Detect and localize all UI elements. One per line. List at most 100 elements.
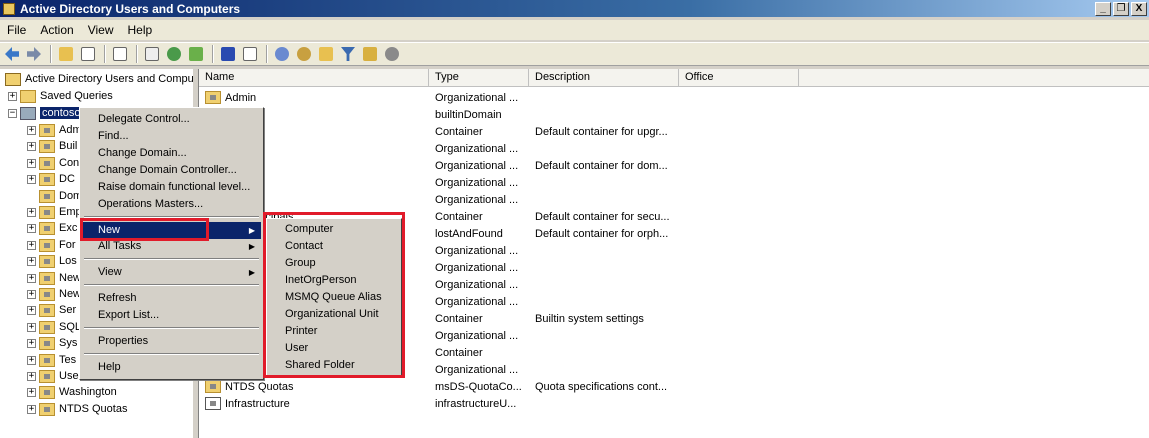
help-button[interactable]: [218, 44, 238, 64]
list-row[interactable]: JsersOrganizational ...: [199, 191, 1149, 208]
tree-item-ou[interactable]: + Ser: [27, 302, 76, 318]
show-hide-tree-button[interactable]: [78, 44, 98, 64]
close-button[interactable]: X: [1131, 1, 1147, 16]
add-to-group-button[interactable]: [360, 44, 380, 64]
filter-button[interactable]: [338, 44, 358, 64]
ou-folder-icon: [39, 205, 55, 219]
menu-item-change-domain-controller[interactable]: Change Domain Controller...: [82, 162, 261, 179]
list-row[interactable]: Admin Organizational ...: [199, 89, 1149, 106]
collapse-icon[interactable]: −: [8, 108, 17, 118]
tree-item-ou[interactable]: + Con: [27, 155, 79, 171]
menu-item-raise-functional-level[interactable]: Raise domain functional level...: [82, 179, 261, 196]
add-to-group-icon: [363, 47, 377, 61]
expand-icon[interactable]: +: [27, 371, 36, 381]
minimize-button[interactable]: _: [1095, 1, 1111, 16]
column-header-type[interactable]: Type: [429, 69, 529, 87]
menu-help[interactable]: Help: [121, 23, 160, 37]
expand-icon[interactable]: +: [8, 91, 17, 101]
menu-item-help[interactable]: Help: [82, 359, 261, 376]
cell-name: Admin: [199, 91, 429, 104]
expand-icon[interactable]: +: [27, 355, 36, 365]
export-list-button[interactable]: [186, 44, 206, 64]
folder-up-icon: [59, 47, 73, 61]
list-row[interactable]: ntrollersOrganizational ...Default conta…: [199, 157, 1149, 174]
expand-icon[interactable]: +: [27, 141, 36, 151]
find-button[interactable]: [382, 44, 402, 64]
menu-item-export-list[interactable]: Export List...: [82, 307, 261, 324]
column-header-description[interactable]: Description: [529, 69, 679, 87]
menu-item-label: Change Domain Controller...: [98, 164, 237, 176]
tree-item-saved-queries[interactable]: + Saved Queries: [8, 88, 113, 104]
back-button[interactable]: [2, 44, 22, 64]
list-row[interactable]: builtinDomain: [199, 106, 1149, 123]
menu-item-delegate-control[interactable]: Delegate Control...: [82, 111, 261, 128]
tree-item-ou[interactable]: + Exc: [27, 220, 77, 236]
menu-item-change-domain[interactable]: Change Domain...: [82, 145, 261, 162]
tree-item-ou[interactable]: + Sys: [27, 335, 77, 351]
forward-button[interactable]: [24, 44, 44, 64]
expand-icon[interactable]: +: [27, 223, 36, 233]
list-row[interactable]: NTDS Quotas msDS-QuotaCo... Quota specific…: [199, 378, 1149, 395]
list-row[interactable]: Organizational ...: [199, 174, 1149, 191]
expand-icon[interactable]: +: [27, 256, 36, 266]
tree-item-ou[interactable]: + Adm: [27, 122, 82, 138]
folder-icon: [205, 91, 221, 104]
cell-type: Organizational ...: [435, 261, 519, 274]
new-group-button[interactable]: [294, 44, 314, 64]
menu-item-operations-masters[interactable]: Operations Masters...: [82, 196, 261, 213]
action-pane-button[interactable]: [240, 44, 260, 64]
expand-icon[interactable]: +: [27, 158, 36, 168]
tree-item-ou[interactable]: Dom: [27, 188, 82, 204]
list-row[interactable]: Organizational ...: [199, 140, 1149, 157]
tree-item-label: contoso: [40, 107, 83, 119]
new-user-button[interactable]: [272, 44, 292, 64]
expand-icon[interactable]: +: [27, 207, 36, 217]
expand-icon[interactable]: +: [27, 338, 36, 348]
expand-icon[interactable]: +: [27, 273, 36, 283]
tree-item-ou[interactable]: + NTDS Quotas: [27, 401, 127, 417]
expand-icon[interactable]: +: [27, 322, 36, 332]
properties-button[interactable]: [142, 44, 162, 64]
expand-icon[interactable]: +: [27, 125, 36, 135]
tree-item-domain[interactable]: − contoso: [8, 105, 83, 121]
restore-button[interactable]: ❐: [1113, 1, 1129, 16]
column-header-name[interactable]: Name: [199, 69, 429, 87]
tree-item-ou[interactable]: + New: [27, 286, 81, 302]
menu-action[interactable]: Action: [33, 23, 80, 37]
copy-button[interactable]: [110, 44, 130, 64]
tree-item-ou[interactable]: + Use: [27, 368, 79, 384]
tree-item-ou[interactable]: + Buil: [27, 138, 77, 154]
column-header-office[interactable]: Office: [679, 69, 799, 87]
expand-icon[interactable]: +: [27, 305, 36, 315]
ou-folder-icon: [39, 303, 55, 317]
expand-icon[interactable]: +: [27, 387, 36, 397]
menu-view[interactable]: View: [81, 23, 121, 37]
menu-item-view[interactable]: View ▶: [82, 264, 261, 281]
menu-file[interactable]: File: [0, 23, 33, 37]
expand-icon[interactable]: +: [27, 289, 36, 299]
tree-item-ou[interactable]: + SQL: [27, 319, 81, 335]
title-bar: Active Directory Users and Computers _ ❐…: [0, 0, 1149, 17]
tree-item-ou[interactable]: + DC: [27, 171, 75, 187]
tree-item-root[interactable]: Active Directory Users and Comput: [5, 71, 193, 87]
up-one-level-button[interactable]: [56, 44, 76, 64]
cell-type: infrastructureU...: [435, 397, 517, 410]
menu-item-properties[interactable]: Properties: [82, 333, 261, 350]
user-icon: [275, 47, 289, 61]
tree-item-ou[interactable]: + Emp: [27, 204, 82, 220]
menu-item-find[interactable]: Find...: [82, 128, 261, 145]
new-ou-button[interactable]: [316, 44, 336, 64]
cell-description: Default container for orph...: [535, 227, 669, 240]
list-row[interactable]: sContainerDefault container for upgr...: [199, 123, 1149, 140]
refresh-button[interactable]: [164, 44, 184, 64]
expand-icon[interactable]: +: [27, 240, 36, 250]
expand-icon[interactable]: +: [27, 404, 36, 414]
tree-item-ou[interactable]: + New: [27, 270, 81, 286]
menu-item-refresh[interactable]: Refresh: [82, 290, 261, 307]
tree-item-ou[interactable]: + For: [27, 237, 76, 253]
tree-item-ou[interactable]: + Tes: [27, 352, 76, 368]
tree-item-ou[interactable]: + Washington: [27, 384, 117, 400]
tree-item-ou[interactable]: + Los: [27, 253, 77, 269]
expand-icon[interactable]: +: [27, 174, 36, 184]
list-row[interactable]: Infrastructure infrastructureU...: [199, 395, 1149, 412]
